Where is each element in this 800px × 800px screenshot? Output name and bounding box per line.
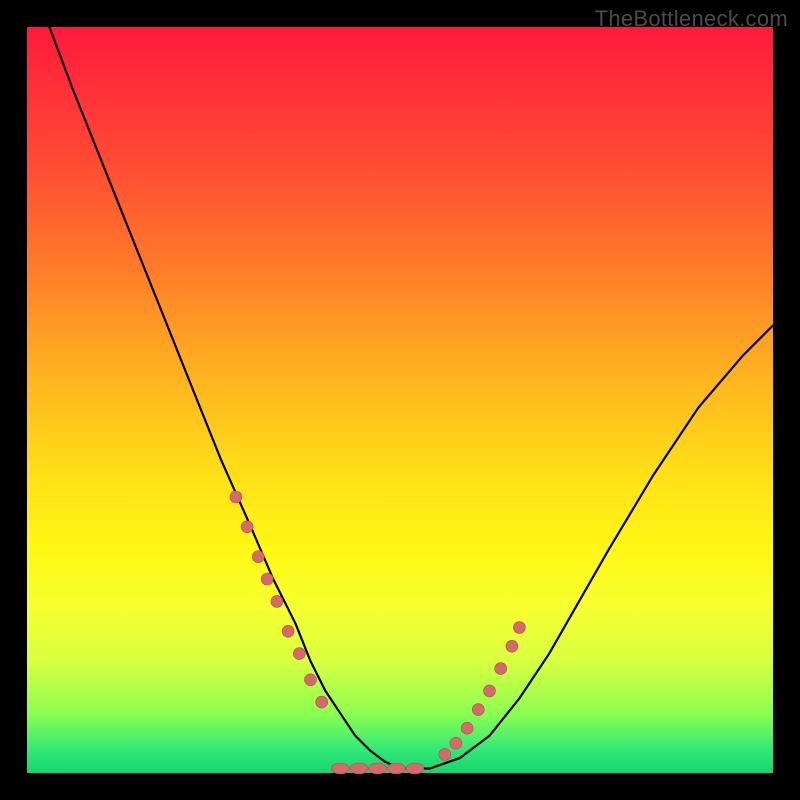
right-branch-dots bbox=[439, 622, 526, 761]
data-marker bbox=[293, 648, 305, 660]
data-marker bbox=[316, 696, 328, 708]
data-marker bbox=[450, 737, 462, 749]
data-marker bbox=[282, 625, 294, 637]
plot-area bbox=[27, 27, 773, 773]
valley-bump bbox=[350, 763, 368, 774]
data-marker bbox=[252, 551, 264, 563]
valley-bump bbox=[387, 763, 405, 774]
valley-bump bbox=[369, 763, 387, 774]
chart-svg bbox=[27, 27, 773, 773]
data-marker bbox=[241, 521, 253, 533]
bottleneck-curve bbox=[49, 27, 773, 769]
valley-bumps bbox=[331, 763, 424, 774]
data-marker bbox=[230, 491, 242, 503]
chart-frame: TheBottleneck.com bbox=[0, 0, 800, 800]
data-marker bbox=[439, 748, 451, 760]
data-marker bbox=[513, 622, 525, 634]
valley-bump bbox=[406, 763, 424, 774]
data-marker bbox=[271, 595, 283, 607]
left-branch-dots bbox=[230, 491, 328, 708]
valley-bump bbox=[331, 763, 349, 774]
data-marker bbox=[261, 573, 273, 585]
data-marker bbox=[484, 685, 496, 697]
data-marker bbox=[461, 722, 473, 734]
data-marker bbox=[495, 663, 507, 675]
data-marker bbox=[472, 704, 484, 716]
watermark-text: TheBottleneck.com bbox=[595, 6, 788, 32]
data-marker bbox=[305, 674, 317, 686]
data-marker bbox=[506, 640, 518, 652]
